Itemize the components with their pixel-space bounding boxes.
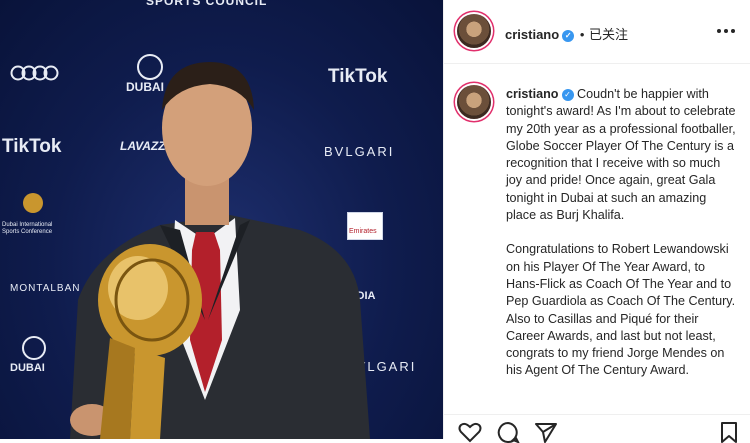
person-figure <box>70 62 370 439</box>
separator: • <box>579 27 585 42</box>
comment-icon[interactable] <box>496 421 520 443</box>
trophy-image <box>98 244 202 439</box>
avatar[interactable] <box>457 14 491 48</box>
caption-text: Coudn't be happier with tonight's award!… <box>506 87 736 223</box>
header-username[interactable]: cristiano ✓ • 已关注 <box>505 24 628 43</box>
caption-paragraph: Congratulations to Robert Lewandowski on… <box>506 242 736 378</box>
caption-paragraph: cristiano ✓ Coudn't be happier with tonig… <box>506 86 738 224</box>
post-photo[interactable]: SPORTS COUNCIL DUBAI TikTok TikTok LAVAZ… <box>0 0 443 439</box>
verified-badge-icon: ✓ <box>561 88 574 101</box>
follow-status-button[interactable]: 已关注 <box>589 27 628 42</box>
post-caption: cristiano ✓ Coudn't be happier with tonig… <box>506 86 738 397</box>
username-text[interactable]: cristiano <box>505 27 559 42</box>
post-panel: cristiano ✓ • 已关注 cristiano ✓ Coudn't be h… <box>443 0 750 443</box>
heart-icon[interactable] <box>458 421 482 443</box>
more-options-icon[interactable] <box>716 28 736 34</box>
verified-badge-icon: ✓ <box>562 29 575 42</box>
post-header: cristiano ✓ • 已关注 <box>444 0 750 64</box>
bookmark-icon[interactable] <box>719 421 739 443</box>
share-icon[interactable] <box>534 421 558 443</box>
caption-avatar[interactable] <box>457 85 491 119</box>
caption-username[interactable]: cristiano <box>506 87 559 101</box>
action-bar <box>444 414 750 443</box>
